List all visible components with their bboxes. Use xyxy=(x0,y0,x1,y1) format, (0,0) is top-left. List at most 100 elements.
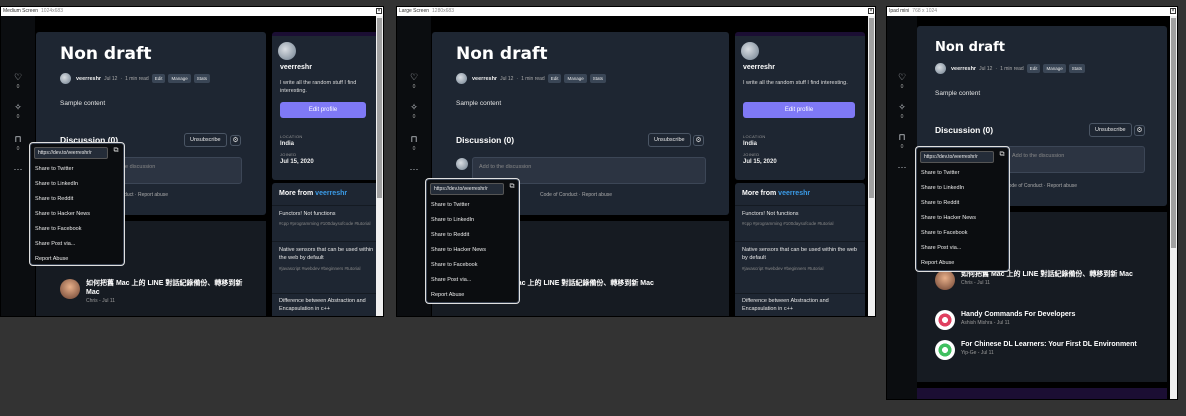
share-hacker-news[interactable]: Share to Hacker News xyxy=(35,211,90,217)
share-hacker-news[interactable]: Share to Hacker News xyxy=(431,247,486,253)
edit-profile-button[interactable]: Edit profile xyxy=(743,102,855,118)
more-post-title[interactable]: Functors! Not functions xyxy=(742,210,860,218)
profile-name[interactable]: veerreshr xyxy=(280,64,312,71)
gear-icon[interactable]: ⚙ xyxy=(1134,125,1145,136)
unsubscribe-button[interactable]: Unsubscribe xyxy=(1089,123,1132,137)
viewport[interactable]: ♡ 0 ✧ 0 ⊓ 0 ··· Non draft veerreshr Jul 12 ·… xyxy=(397,16,868,316)
avatar xyxy=(935,340,955,360)
share-facebook[interactable]: Share to Facebook xyxy=(921,230,967,236)
report-abuse-link[interactable]: Report abuse xyxy=(1047,183,1077,189)
edit-button[interactable]: Edit xyxy=(547,74,562,83)
reaction-heart[interactable]: ♡ 0 xyxy=(3,72,33,90)
viewport[interactable]: ♡ 0 ✧ 0 ⊓ 0 ··· Non draft veerreshr Jul 12 ·… xyxy=(1,16,376,316)
more-post-title[interactable]: Native sensors that can be used within t… xyxy=(279,246,375,262)
scrollbar-thumb[interactable] xyxy=(377,18,382,198)
edit-profile-button[interactable]: Edit profile xyxy=(280,102,366,118)
feed-title[interactable]: Handy Commands For Developers xyxy=(961,310,1075,319)
viewport[interactable]: ♡ 0 ✧ 0 ⊓ 0 ··· Non draft veerreshr Jul 12 ·… xyxy=(887,16,1170,399)
reaction-bookmark[interactable]: ⊓ 0 xyxy=(887,132,917,150)
edit-button[interactable]: Edit xyxy=(151,74,166,83)
feed-title[interactable]: 如何把舊 Mac 上的 LINE 對話紀錄備份、轉移到新 Mac xyxy=(961,270,1133,279)
reaction-unicorn[interactable]: ✧ 0 xyxy=(3,102,33,120)
share-url-input[interactable]: https://dev.to/veerreshr/r xyxy=(34,147,108,159)
more-from-user[interactable]: veerreshr xyxy=(778,190,810,197)
report-abuse-link[interactable]: Report abuse xyxy=(582,192,612,198)
more-post-title[interactable]: Native sensors that can be used within t… xyxy=(742,246,860,262)
scrollbar[interactable] xyxy=(1170,16,1177,399)
copy-icon[interactable]: ⧉ xyxy=(112,147,120,155)
author-name[interactable]: veerreshr xyxy=(76,76,101,82)
reaction-more[interactable]: ··· xyxy=(887,162,917,172)
list-item[interactable]: 如何把舊 Mac 上的 LINE 對話紀錄備份、轉移到新 MacChris - … xyxy=(935,270,1160,290)
share-post-via[interactable]: Share Post via... xyxy=(431,277,471,283)
gear-icon[interactable]: ⚙ xyxy=(693,135,704,146)
scrollbar[interactable] xyxy=(376,16,383,316)
divider xyxy=(272,293,376,294)
article-title: Non draft xyxy=(935,40,1005,55)
report-abuse-item[interactable]: Report Abuse xyxy=(431,292,464,298)
share-post-via[interactable]: Share Post via... xyxy=(35,241,75,247)
list-item[interactable]: Handy Commands For Developers Ashish Mish… xyxy=(935,310,1160,330)
close-icon[interactable]: × xyxy=(1170,8,1176,14)
copy-icon[interactable]: ⧉ xyxy=(998,151,1006,159)
more-post-title[interactable]: Difference between Abstraction and Encap… xyxy=(279,297,375,313)
profile-name[interactable]: veerreshr xyxy=(743,64,775,71)
close-icon[interactable]: × xyxy=(376,8,382,14)
report-abuse-item[interactable]: Report Abuse xyxy=(35,256,68,262)
share-linkedin[interactable]: Share to LinkedIn xyxy=(35,181,78,187)
gear-icon[interactable]: ⚙ xyxy=(230,135,241,146)
share-facebook[interactable]: Share to Facebook xyxy=(35,226,81,232)
share-twitter[interactable]: Share to Twitter xyxy=(431,202,469,208)
stats-button[interactable]: Stats xyxy=(589,74,607,83)
edit-button[interactable]: Edit xyxy=(1026,64,1041,73)
comment-input[interactable]: Add to the discussion xyxy=(1005,146,1145,173)
reaction-bookmark[interactable]: ⊓ 0 xyxy=(3,134,33,152)
manage-button[interactable]: Manage xyxy=(1043,64,1066,73)
copy-icon[interactable]: ⧉ xyxy=(508,183,516,191)
share-reddit[interactable]: Share to Reddit xyxy=(431,232,469,238)
reaction-heart[interactable]: ♡ 0 xyxy=(887,72,917,90)
more-post-title[interactable]: Functors! Not functions xyxy=(279,210,375,218)
avatar[interactable] xyxy=(278,42,296,60)
more-post-title[interactable]: Difference between Abstraction and Encap… xyxy=(742,297,860,313)
more-from-user[interactable]: veerreshr xyxy=(315,190,347,197)
reaction-bookmark[interactable]: ⊓ 0 xyxy=(399,134,429,152)
reaction-more[interactable]: ··· xyxy=(399,164,429,174)
share-reddit[interactable]: Share to Reddit xyxy=(921,200,959,206)
report-abuse-link[interactable]: Report abuse xyxy=(138,192,168,198)
share-reddit[interactable]: Share to Reddit xyxy=(35,196,73,202)
share-post-via[interactable]: Share Post via... xyxy=(921,245,961,251)
share-facebook[interactable]: Share to Facebook xyxy=(431,262,477,268)
list-item[interactable]: 如何把舊 Mac 上的 LINE 對話紀錄備份、轉移到新 MacChris - … xyxy=(60,279,250,304)
avatar[interactable] xyxy=(741,42,759,60)
share-linkedin[interactable]: Share to LinkedIn xyxy=(921,185,964,191)
manage-button[interactable]: Manage xyxy=(564,74,587,83)
scrollbar-thumb[interactable] xyxy=(869,18,874,198)
reaction-unicorn[interactable]: ✧ 0 xyxy=(887,102,917,120)
code-of-conduct-link[interactable]: Code of Conduct xyxy=(540,192,578,198)
code-of-conduct-link[interactable]: Code of Conduct xyxy=(1005,183,1043,189)
feed-title[interactable]: For Chinese DL Learners: Your First DL E… xyxy=(961,340,1137,349)
share-linkedin[interactable]: Share to LinkedIn xyxy=(431,217,474,223)
scrollbar[interactable] xyxy=(868,16,875,316)
share-url-input[interactable]: https://dev.to/veerreshr/r xyxy=(920,151,994,163)
share-twitter[interactable]: Share to Twitter xyxy=(921,170,959,176)
share-twitter[interactable]: Share to Twitter xyxy=(35,166,73,172)
unsubscribe-button[interactable]: Unsubscribe xyxy=(648,133,691,147)
scrollbar-thumb[interactable] xyxy=(1171,18,1176,248)
close-icon[interactable]: × xyxy=(868,8,874,14)
stats-button[interactable]: Stats xyxy=(1068,64,1086,73)
manage-button[interactable]: Manage xyxy=(168,74,191,83)
reaction-more[interactable]: ··· xyxy=(3,164,33,174)
author-name[interactable]: veerreshr xyxy=(472,76,497,82)
feed-title[interactable]: 如何把舊 Mac 上的 LINE 對話紀錄備份、轉移到新 Mac xyxy=(86,279,250,297)
stats-button[interactable]: Stats xyxy=(193,74,211,83)
author-name[interactable]: veerreshr xyxy=(951,66,976,72)
unsubscribe-button[interactable]: Unsubscribe xyxy=(184,133,227,147)
share-hacker-news[interactable]: Share to Hacker News xyxy=(921,215,976,221)
reaction-unicorn[interactable]: ✧ 0 xyxy=(399,102,429,120)
report-abuse-item[interactable]: Report Abuse xyxy=(921,260,954,266)
list-item[interactable]: For Chinese DL Learners: Your First DL E… xyxy=(935,340,1160,360)
reaction-heart[interactable]: ♡ 0 xyxy=(399,72,429,90)
share-url-input[interactable]: https://dev.to/veerreshr/r xyxy=(430,183,504,195)
